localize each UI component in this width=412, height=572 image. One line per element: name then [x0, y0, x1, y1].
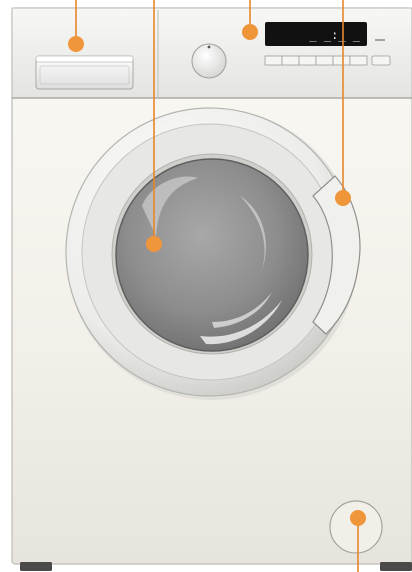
detergent-drawer-marker[interactable] [68, 36, 84, 52]
program-button[interactable] [349, 55, 368, 66]
program-button[interactable] [315, 55, 334, 66]
filter-hatch[interactable] [329, 500, 383, 554]
door[interactable] [65, 107, 358, 400]
right-foot [380, 562, 412, 571]
program-button[interactable] [332, 55, 351, 66]
door-glass [115, 158, 309, 352]
digital-display: _ _:_ _ [265, 22, 367, 46]
program-button[interactable] [281, 55, 300, 66]
start-button[interactable] [371, 55, 391, 66]
display-readout: _ _:_ _ [309, 28, 360, 42]
program-button[interactable] [264, 55, 283, 66]
washing-machine-svg: _ _:_ _ [11, 0, 412, 572]
filter-hatch-marker[interactable] [350, 510, 366, 526]
program-knob[interactable] [191, 43, 227, 79]
button-row [264, 55, 368, 66]
door-glass-marker[interactable] [146, 236, 162, 252]
detergent-drawer[interactable] [35, 55, 134, 90]
washing-machine-illustration: _ _:_ _ [0, 0, 412, 572]
control-panel-marker[interactable] [242, 24, 258, 40]
left-foot [20, 562, 52, 571]
door-handle-marker[interactable] [335, 190, 351, 206]
knob-indicator-dot [207, 45, 211, 49]
program-button[interactable] [298, 55, 317, 66]
